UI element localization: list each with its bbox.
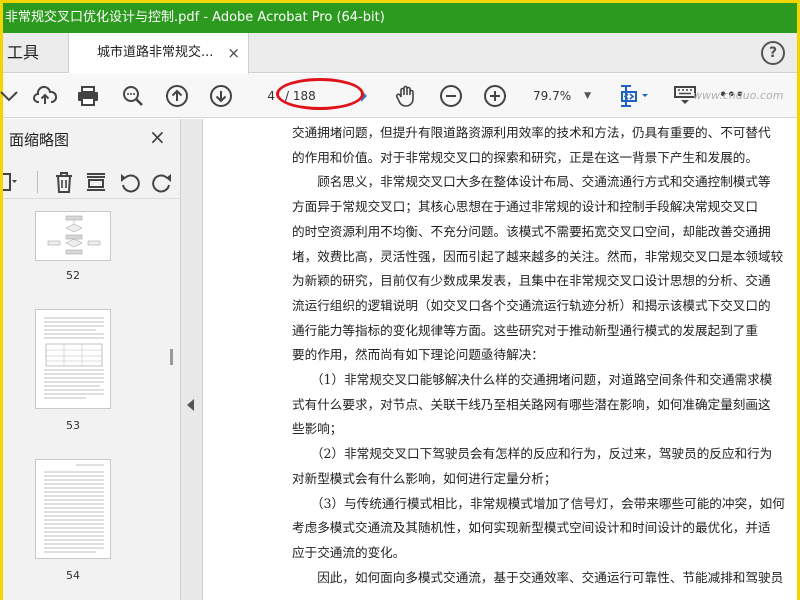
panel-toolbar-divider — [37, 171, 38, 193]
tab-document-label: 城市道路非常规交... — [97, 45, 214, 60]
cloud-upload-icon[interactable] — [33, 84, 58, 108]
fit-page-icon[interactable] — [617, 84, 653, 108]
help-icon[interactable]: ? — [761, 41, 785, 65]
tab-bar: 工具 城市道路非常规交... × ? — [3, 33, 797, 74]
document-text-line: （3）与传统通行模式相比，非常规模式增加了信号灯，会带来哪些可能的冲突，如何 — [292, 495, 785, 511]
document-text-line: （1）非常规交叉口能够解决什么样的交通拥堵问题，对道路空间条件和交通需求模 — [292, 372, 773, 387]
thumbnail-label: 53 — [66, 419, 80, 432]
window-title-bar: 非常规交叉口优化设计与控制.pdf - Adobe Acrobat Pro (6… — [3, 3, 797, 33]
document-text-line: 要的作用，然而尚有如下理论问题亟待解决： — [292, 347, 544, 363]
options-icon[interactable] — [3, 171, 17, 193]
zoom-out-icon[interactable] — [439, 84, 463, 108]
page-up-icon[interactable] — [165, 84, 189, 108]
zoom-select[interactable]: 79.7% ▼ — [525, 84, 595, 108]
highlight-ellipse — [276, 78, 364, 110]
extract-icon[interactable] — [85, 171, 107, 193]
panel-scrollbar[interactable] — [170, 349, 173, 365]
document-text-line: （2）非常规交叉口下驾驶员会有怎样的反应和行为，反过来，驾驶员的反应和行为 — [292, 446, 773, 462]
document-text-line: 堵，效费比高，灵活性强，因而引起了越来越多的关注。然而，非常规交叉口是本领域较 — [292, 248, 784, 264]
rotate-cw-icon[interactable] — [151, 171, 173, 193]
thumbnail-flowchart-preview — [47, 215, 101, 255]
chevron-icon[interactable] — [0, 84, 21, 108]
zoom-dropdown-icon: ▼ — [584, 91, 591, 101]
document-text-line: 因此，如何面向多模式交通流，基于交通效率、交通运行可靠性、节能减排和驾驶员 — [292, 569, 784, 585]
rotate-ccw-icon[interactable] — [119, 171, 141, 193]
panel-title: 面缩略图 — [9, 131, 70, 149]
document-text-line: 应于交通流的变化。 — [292, 544, 406, 560]
delete-icon[interactable] — [53, 171, 75, 193]
panel-splitter[interactable] — [181, 119, 203, 600]
document-text-line: 对新型模式会有什么影响，如何进行定量分析； — [292, 470, 557, 486]
page-thumbnail[interactable] — [35, 459, 111, 559]
hand-tool-icon[interactable] — [394, 84, 418, 108]
page-thumbnail[interactable] — [35, 309, 111, 409]
document-text-line: 考虑多模式交通流及其随机性，如何实现新型模式空间设计和时间设计的最优化，并适 — [292, 520, 771, 536]
document-text-line: 的时空资源利用不均衡、不充分问题。该模式不需要拓宽交叉口空间，却能改善交通拥 — [292, 223, 771, 239]
thumbnail-text-preview — [44, 464, 104, 553]
thumbnail-label: 52 — [66, 269, 80, 282]
search-icon[interactable] — [121, 84, 145, 108]
window-title: 非常规交叉口优化设计与控制.pdf - Adobe Acrobat Pro (6… — [5, 10, 385, 25]
collapse-arrow-icon[interactable] — [187, 399, 194, 411]
watermark: www.cnduo.com — [693, 89, 784, 102]
document-text-line: 些影响； — [292, 421, 343, 437]
document-text-line: 顾名思义，非常规交叉口大多在整体设计布局、交通流通行方式和交通控制模式等 — [292, 174, 771, 190]
document-text-line: 式有什么要求，对节点、关联干线乃至相关路网有哪些潜在影响，如何准确定量刻画这 — [292, 396, 771, 412]
page-thumbnail[interactable] — [35, 211, 111, 261]
document-text-line: 流运行组织的逻辑说明（如交叉口各个交通流运行轨迹分析）和揭示该模式下交叉口的 — [292, 297, 771, 313]
tab-document[interactable]: 城市道路非常规交... × — [69, 33, 249, 74]
thumbnail-label: 54 — [66, 569, 80, 582]
tab-tools[interactable]: 工具 — [3, 33, 69, 73]
tab-close-icon[interactable]: × — [227, 33, 240, 73]
thumbnail-panel: 面缩略图 × 52 53 54 — [3, 119, 181, 600]
document-text-line: 交通拥堵问题，但提升有限道路资源利用效率的技术和方法，仍具有重要的、不可替代 — [292, 125, 771, 140]
zoom-in-icon[interactable] — [483, 84, 507, 108]
document-text-line: 通行能力等指标的变化规律等方面。这些研究对于推动新型通行模式的发展起到了重 — [292, 322, 758, 338]
thumbnail-text-preview — [44, 317, 104, 399]
document-view[interactable]: 交通拥堵问题，但提升有限道路资源利用效率的技术和方法，仍具有重要的、不可替代 的作… — [203, 119, 797, 600]
document-text-line: 的作用和价值。对于非常规交叉口的探索和研究，正是在这一背景下产生和发展的。 — [292, 149, 758, 165]
page-number-input[interactable]: 4 — [253, 84, 275, 108]
panel-toolbar — [3, 163, 180, 199]
main-toolbar: 4 / 188 79.7% ▼ ••• — [0, 74, 797, 118]
document-text-line: 方面异于常规交叉口；其核心思想在于通过非常规的设计和控制手段解决常规交叉口 — [292, 199, 758, 215]
panel-close-icon[interactable]: × — [149, 125, 166, 149]
document-text-line: 为新颖的研究，目前仅有少数成果发表，且集中在非常规交叉口设计思想的分析、交通 — [292, 273, 771, 289]
zoom-value: 79.7% — [533, 89, 572, 103]
page-down-icon[interactable] — [209, 84, 233, 108]
print-icon[interactable] — [76, 84, 100, 108]
